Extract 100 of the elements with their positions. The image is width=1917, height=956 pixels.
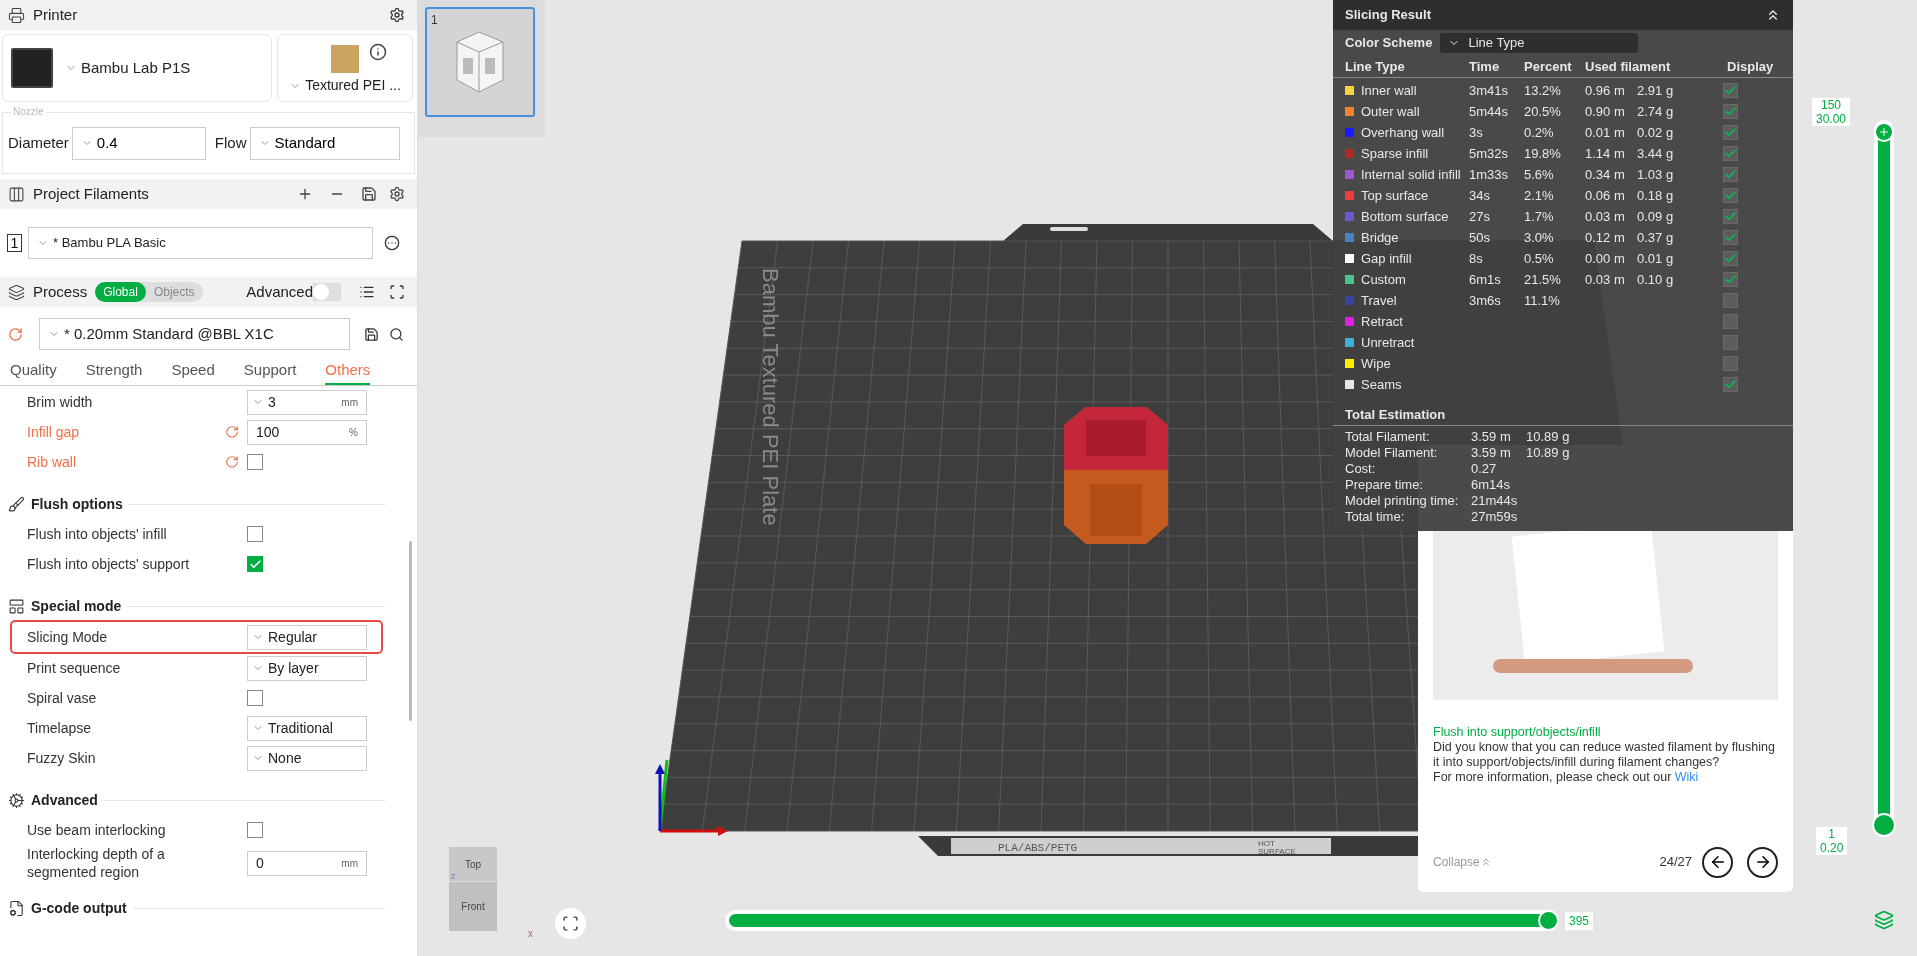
reset-icon[interactable] <box>225 455 239 469</box>
display-checkbox[interactable] <box>1723 104 1738 119</box>
sync-icon[interactable] <box>361 186 377 202</box>
display-checkbox[interactable] <box>1723 293 1738 308</box>
filament-dropdown[interactable]: * Bambu PLA Basic <box>28 227 373 259</box>
settings-icon[interactable] <box>389 186 405 202</box>
frame-icon <box>562 915 579 932</box>
display-checkbox[interactable] <box>1723 314 1738 329</box>
cube-face-label: Top <box>464 857 482 872</box>
display-checkbox[interactable] <box>1723 335 1738 350</box>
line-type: Top surface <box>1361 186 1429 205</box>
tab[interactable]: Strength <box>85 358 143 385</box>
column-header: Time <box>1469 57 1501 76</box>
display-checkbox[interactable] <box>1723 146 1738 161</box>
settings-icon[interactable] <box>389 7 405 23</box>
section-title: Special mode <box>31 596 122 616</box>
dropdown[interactable]: None <box>247 745 367 771</box>
input-field[interactable]: 0 mm <box>247 850 367 876</box>
total-value: 10.89 g <box>1526 444 1571 463</box>
scrollbar[interactable] <box>409 541 412 721</box>
info-icon[interactable] <box>369 43 387 61</box>
time-cell: 3s <box>1469 124 1483 140</box>
dropdown[interactable]: By layer <box>247 655 367 681</box>
line-type: Inner wall <box>1361 81 1417 100</box>
setting-label: Fuzzy Skin <box>27 749 97 767</box>
display-checkbox[interactable] <box>1723 230 1738 245</box>
list-icon[interactable] <box>359 284 375 300</box>
bed-card[interactable]: Textured PEI ... <box>277 34 413 102</box>
display-checkbox[interactable] <box>1723 188 1738 203</box>
display-checkbox[interactable] <box>1723 83 1738 98</box>
weight-cell: 0.09 g <box>1637 208 1674 224</box>
column-header: Percent <box>1524 57 1573 76</box>
weight-cell: 2.74 g <box>1637 103 1674 119</box>
search-icon[interactable] <box>389 326 404 342</box>
tab[interactable]: Quality <box>10 358 57 385</box>
total-label: Prepare time: <box>1345 476 1425 495</box>
display-checkbox[interactable] <box>1723 272 1738 287</box>
reset-view-button[interactable] <box>555 908 586 939</box>
checkbox[interactable] <box>247 822 263 838</box>
compare-icon[interactable] <box>389 284 405 300</box>
time-cell: 1m33s <box>1469 166 1509 182</box>
check-icon <box>1724 126 1737 139</box>
color-scheme-dropdown[interactable]: Line Type <box>1440 33 1639 53</box>
total-value: 0.27 <box>1471 460 1498 479</box>
more-icon[interactable] <box>384 235 400 251</box>
layers-icon[interactable] <box>1874 910 1894 930</box>
previous-button[interactable] <box>1702 846 1733 878</box>
length-cell: 0.01 m <box>1585 124 1625 140</box>
checkbox[interactable] <box>247 556 263 572</box>
weight-cell: 0.01 g <box>1637 250 1674 266</box>
height-slider-track[interactable] <box>1874 120 1894 837</box>
add-icon[interactable] <box>297 186 313 202</box>
reset-icon[interactable] <box>225 425 239 439</box>
display-checkbox[interactable] <box>1723 167 1738 182</box>
checkbox[interactable] <box>247 454 263 470</box>
display-checkbox[interactable] <box>1723 356 1738 371</box>
dropdown[interactable]: 3 mm <box>247 389 367 415</box>
lower-thumb[interactable] <box>1872 813 1896 837</box>
percent-cell: 21.5% <box>1524 271 1561 287</box>
dropdown[interactable]: Traditional <box>247 715 367 741</box>
column-header: Line Type <box>1345 57 1406 76</box>
length-cell: 0.12 m <box>1585 229 1625 245</box>
setting-label: Spiral vase <box>27 689 98 707</box>
section-title: Flush options <box>31 494 123 514</box>
save-icon[interactable] <box>364 326 379 342</box>
display-checkbox[interactable] <box>1723 251 1738 266</box>
check-icon <box>1724 252 1737 265</box>
section-title: Advanced <box>31 790 98 810</box>
time-cell: 3m6s <box>1469 292 1501 308</box>
upper-thumb[interactable] <box>1874 122 1894 142</box>
percent-cell: 20.5% <box>1524 103 1561 119</box>
dropdown[interactable]: Regular <box>247 624 367 650</box>
flow-dropdown[interactable]: Standard <box>249 126 400 160</box>
percent-cell: 11.1% <box>1524 292 1560 308</box>
setting-label: Brim width <box>27 393 94 411</box>
section-title: Project Filaments <box>33 183 149 204</box>
display-checkbox[interactable] <box>1723 209 1738 224</box>
printer-card[interactable]: Bambu Lab P1S <box>2 34 272 102</box>
input-field[interactable]: 100 % <box>247 419 367 445</box>
process-icon <box>8 283 25 301</box>
next-button[interactable] <box>1747 846 1778 878</box>
tab[interactable]: Speed <box>171 358 215 385</box>
advanced-switch[interactable] <box>313 283 341 301</box>
percent-cell: 19.8% <box>1524 145 1561 161</box>
diameter-dropdown[interactable]: 0.4 <box>71 126 206 160</box>
display-checkbox[interactable] <box>1723 377 1738 392</box>
wiki-link[interactable]: Wiki <box>1674 770 1699 784</box>
checkbox[interactable] <box>247 690 263 706</box>
length-cell: 0.03 m <box>1585 208 1625 224</box>
display-checkbox[interactable] <box>1723 125 1738 140</box>
tip-text: Did you know that you can reduce wasted filament by flushing it into support/objects/infill during filament changes? <box>1433 740 1776 770</box>
tab[interactable]: Support <box>243 358 297 385</box>
checkbox[interactable] <box>247 526 263 542</box>
axis-label: z <box>451 870 456 883</box>
plate-thumbnail[interactable]: 1 <box>425 7 535 117</box>
weight-cell: 0.18 g <box>1637 187 1674 203</box>
total-value: 10.89 g <box>1526 428 1571 447</box>
preset-dropdown[interactable]: * 0.20mm Standard @BBL X1C <box>39 318 350 350</box>
line-type: Custom <box>1361 270 1406 289</box>
reset-icon[interactable] <box>8 326 23 342</box>
